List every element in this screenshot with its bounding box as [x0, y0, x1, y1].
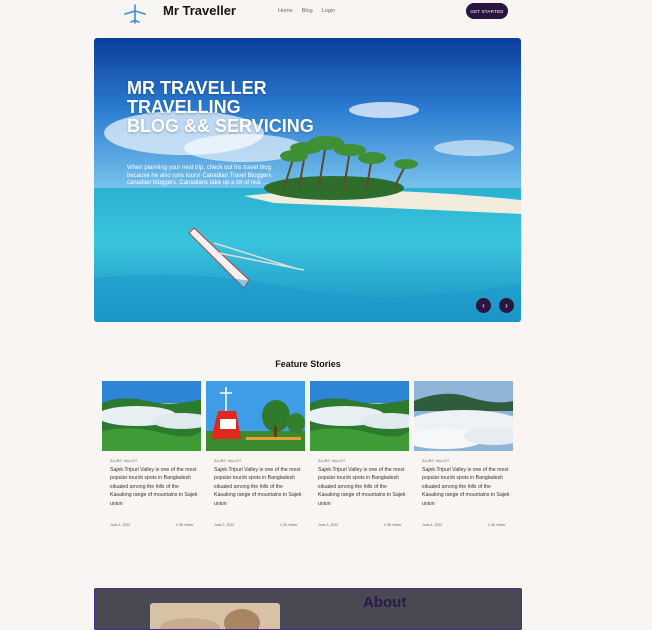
- story-description: Sajek Tripuri Valley is one of the most …: [318, 467, 406, 507]
- chevron-right-icon: ›: [505, 301, 508, 310]
- story-card[interactable]: SAJEK VALLEY Sajek Tripuri Valley is one…: [102, 381, 201, 531]
- feature-stories-title: Feature Stories: [275, 359, 341, 369]
- airplane-icon[interactable]: [123, 3, 147, 25]
- brand-name[interactable]: Mr Traveller: [163, 3, 236, 18]
- story-description: Sajek Tripuri Valley is one of the most …: [214, 467, 302, 507]
- story-category: SAJEK VALLEY: [214, 459, 242, 463]
- story-description: Sajek Tripuri Valley is one of the most …: [422, 467, 510, 507]
- story-date: June 4, 2022: [422, 523, 443, 527]
- hero-title: MR TRAVELLER TRAVELLING BLOG && SERVICIN…: [127, 78, 314, 136]
- nav-link-blog[interactable]: Blog: [302, 8, 313, 14]
- story-date: June 3, 2022: [318, 523, 339, 527]
- story-image[interactable]: [310, 381, 409, 451]
- chevron-left-icon: ‹: [482, 301, 485, 310]
- hero-description: When planning your next trip, check out …: [127, 165, 272, 186]
- story-date: June 1, 2022: [110, 523, 131, 527]
- nav-links: Home Blog Login: [278, 8, 335, 14]
- story-date: June 2, 2022: [214, 523, 235, 527]
- nav-link-login[interactable]: Login: [322, 8, 335, 14]
- story-category: SAJEK VALLEY: [422, 459, 450, 463]
- get-started-button[interactable]: GET STARTED: [466, 3, 508, 19]
- story-views: 2.2K views: [280, 523, 297, 527]
- story-views: 2.3K views: [384, 523, 401, 527]
- story-card[interactable]: SAJEK VALLEY Sajek Tripuri Valley is one…: [414, 381, 513, 531]
- story-image[interactable]: [414, 381, 513, 451]
- hero-carousel: MR TRAVELLER TRAVELLING BLOG && SERVICIN…: [94, 38, 521, 322]
- about-title: About: [363, 594, 407, 611]
- story-views: 2.3K views: [176, 523, 193, 527]
- story-card[interactable]: SAJEK VALLEY Sajek Tripuri Valley is one…: [206, 381, 305, 531]
- about-image: [150, 603, 280, 629]
- story-card[interactable]: SAJEK VALLEY Sajek Tripuri Valley is one…: [310, 381, 409, 531]
- story-description: Sajek Tripuri Valley is one of the most …: [110, 467, 198, 507]
- story-image[interactable]: [102, 381, 201, 451]
- carousel-prev-button[interactable]: ‹: [476, 298, 491, 313]
- story-category: SAJEK VALLEY: [318, 459, 346, 463]
- story-image[interactable]: [206, 381, 305, 451]
- story-views: 2.4K views: [488, 523, 505, 527]
- story-category: SAJEK VALLEY: [110, 459, 138, 463]
- navbar: Mr Traveller Home Blog Login GET STARTED: [0, 0, 652, 26]
- carousel-next-button[interactable]: ›: [499, 298, 514, 313]
- about-section: About: [94, 588, 522, 630]
- nav-link-home[interactable]: Home: [278, 8, 293, 14]
